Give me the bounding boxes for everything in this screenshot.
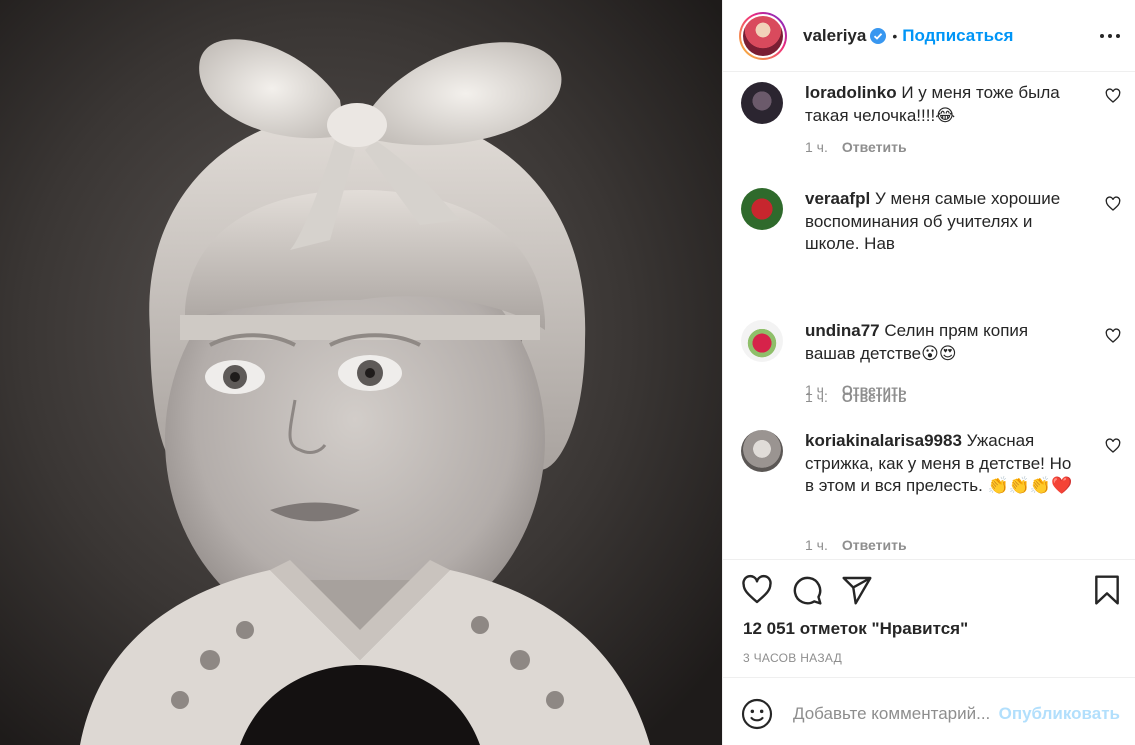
comment-time[interactable]: 1 ч. [805,537,828,553]
post-time[interactable]: 3 ЧАСОВ НАЗАД [743,651,842,665]
comments-list[interactable]: loradolinko И у меня тоже была такая чел… [723,72,1135,559]
paper-plane-icon[interactable] [841,574,873,606]
smiley-icon[interactable] [741,698,773,730]
comment-meta: 1 ч. Ответить [805,382,907,398]
likes-count[interactable]: 12 051 отметок "Нравится" [743,619,968,639]
add-comment-form: Опубликовать [723,677,1135,745]
comment-icon[interactable] [791,574,823,606]
comment-meta: 1 ч. Ответить [805,139,907,155]
follow-button[interactable]: Подписаться [902,26,1013,46]
comment-username[interactable]: loradolinko [805,83,897,102]
verified-badge-icon [870,27,887,44]
reply-button[interactable]: Ответить [842,537,907,553]
comment-input[interactable] [793,703,1003,725]
author-username[interactable]: valeriya [803,26,866,46]
comment-like-heart-icon[interactable] [1105,328,1121,344]
commenter-avatar[interactable] [741,320,783,362]
reply-button[interactable]: Ответить [842,382,907,398]
comment-username[interactable]: undina77 [805,321,880,340]
reply-button[interactable]: Ответить [842,139,907,155]
post-header: valeriya • Подписаться [723,0,1135,72]
post-side-panel: valeriya • Подписаться loradolinko И у м… [722,0,1135,745]
more-horizontal-icon[interactable] [1100,28,1120,44]
commenter-avatar[interactable] [741,188,783,230]
comment-username[interactable]: koriakinalarisa9983 [805,431,962,450]
comment-username[interactable]: veraafpl [805,189,870,208]
comment-time[interactable]: 1 ч. [805,139,828,155]
commenter-avatar[interactable] [741,430,783,472]
comment-time[interactable]: 1 ч. [805,382,828,398]
heart-icon[interactable] [741,574,773,606]
publish-button[interactable]: Опубликовать [999,704,1120,724]
comment-like-heart-icon[interactable] [1105,438,1121,454]
comment-like-heart-icon[interactable] [1105,88,1121,104]
author-avatar[interactable] [739,11,787,60]
girl-portrait-image [0,0,722,745]
comment-meta: 1 ч. Ответить [805,537,907,553]
commenter-avatar[interactable] [741,82,783,124]
post-actions: 12 051 отметок "Нравится" 3 ЧАСОВ НАЗАД [723,559,1135,677]
post-photo[interactable] [0,0,722,745]
header-separator: • [892,27,898,44]
bookmark-icon[interactable] [1091,574,1123,606]
comment-like-heart-icon[interactable] [1105,196,1121,212]
